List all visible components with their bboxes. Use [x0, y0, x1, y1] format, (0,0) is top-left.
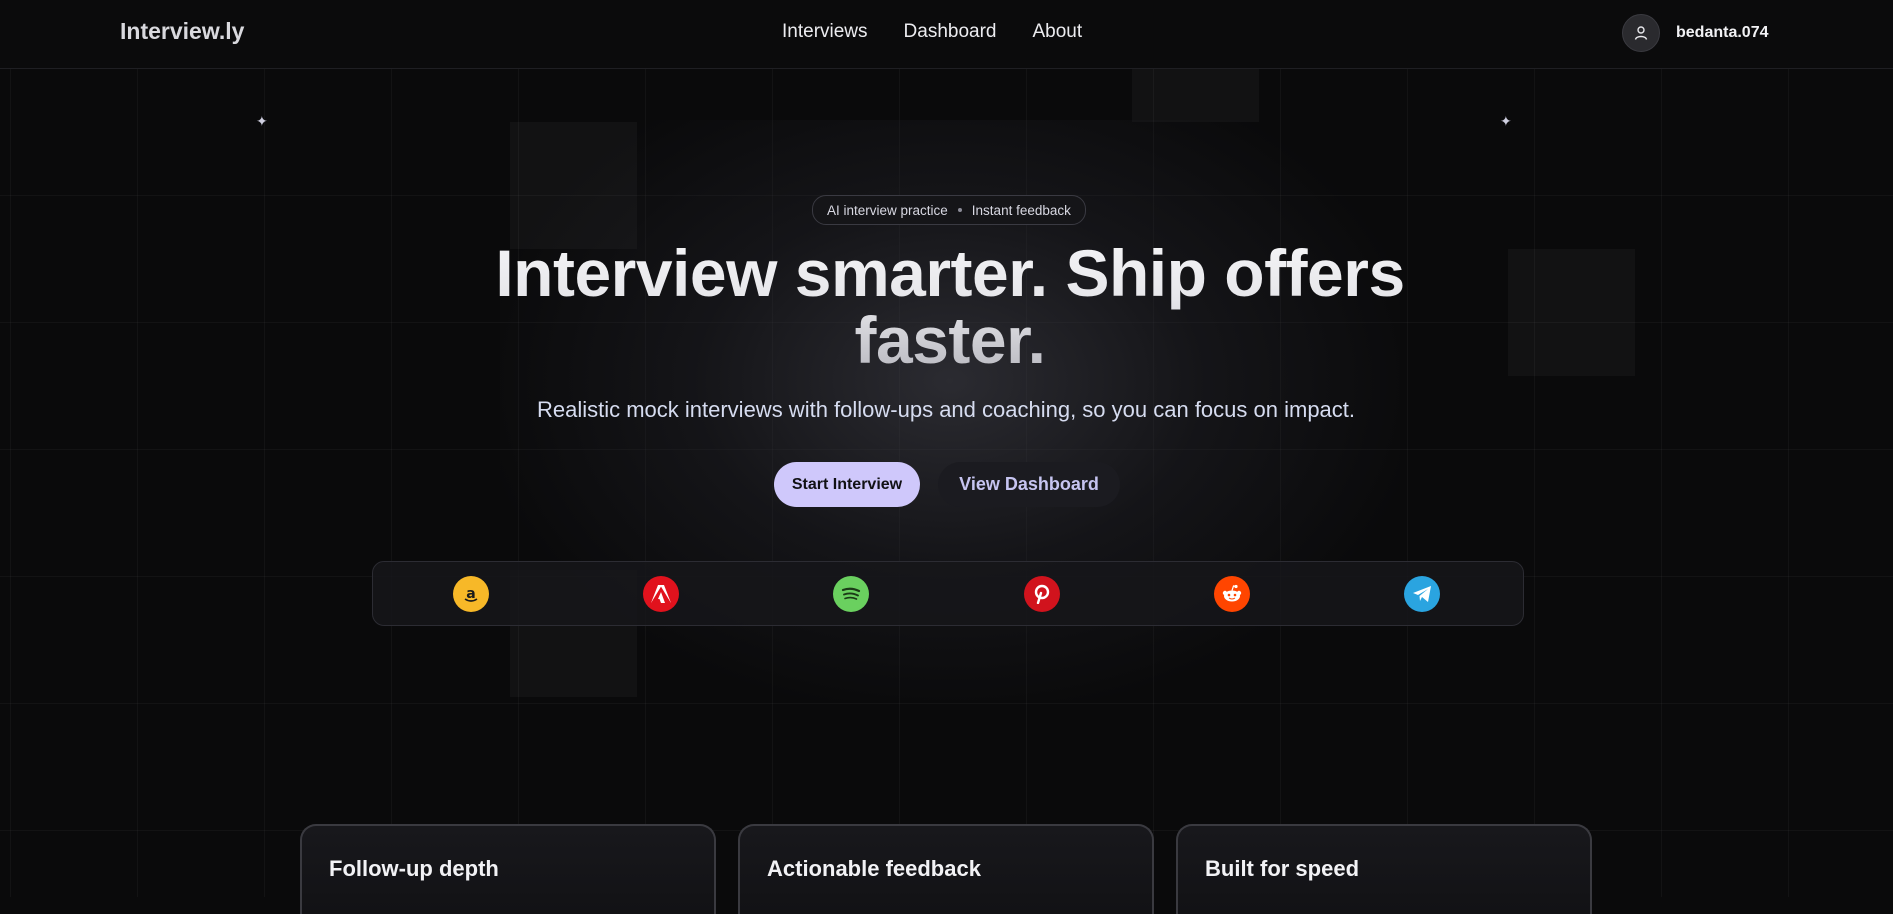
username: bedanta.074 [1676, 24, 1769, 41]
feature-card-title: Follow-up depth [329, 856, 499, 881]
headline-line-1: Interview smarter. Ship offers [495, 236, 1405, 310]
nav-link-interviews[interactable]: Interviews [782, 21, 868, 43]
user-menu[interactable]: bedanta.074 [1622, 14, 1768, 52]
separator-dot [957, 208, 962, 212]
hero-headline: Interview smarter. Ship offers faster. [440, 240, 1460, 374]
badge-text-left: AI interview practice [827, 202, 948, 218]
start-interview-button[interactable]: Start Interview [774, 462, 920, 507]
background-tile [1132, 68, 1259, 122]
pinterest-icon [1024, 576, 1060, 612]
badge-text-right: Instant feedback [971, 202, 1071, 218]
feature-card: Actionable feedback [738, 824, 1154, 914]
hero-subtitle: Realistic mock interviews with follow-up… [536, 397, 1356, 422]
background-tile [1508, 249, 1635, 376]
background-tile [510, 122, 637, 249]
sparkle-icon: ✦ [1500, 114, 1512, 130]
headline-line-2: faster. [854, 303, 1046, 377]
reddit-icon [1214, 576, 1250, 612]
feature-card-title: Actionable feedback [767, 856, 981, 881]
amazon-icon: a [453, 576, 489, 612]
user-icon [1634, 26, 1648, 40]
telegram-icon [1404, 576, 1440, 612]
feature-card: Follow-up depth [300, 824, 716, 914]
nav-link-dashboard[interactable]: Dashboard [904, 21, 997, 43]
company-logos-strip: a [372, 561, 1524, 626]
nav-link-about[interactable]: About [1032, 21, 1082, 43]
top-navbar: Interview.ly Interviews Dashboard About … [0, 0, 1893, 69]
adobe-icon [643, 576, 679, 612]
main-nav: Interviews Dashboard About [782, 21, 1082, 43]
avatar[interactable] [1622, 14, 1660, 52]
sparkle-icon: ✦ [256, 114, 268, 130]
brand-logo[interactable]: Interview.ly [120, 18, 244, 45]
spotify-icon [833, 576, 869, 612]
view-dashboard-button[interactable]: View Dashboard [938, 462, 1120, 507]
hero-badge: AI interview practice Instant feedback [812, 195, 1086, 225]
feature-card-title: Built for speed [1205, 856, 1360, 881]
feature-card: Built for speed [1176, 824, 1592, 914]
